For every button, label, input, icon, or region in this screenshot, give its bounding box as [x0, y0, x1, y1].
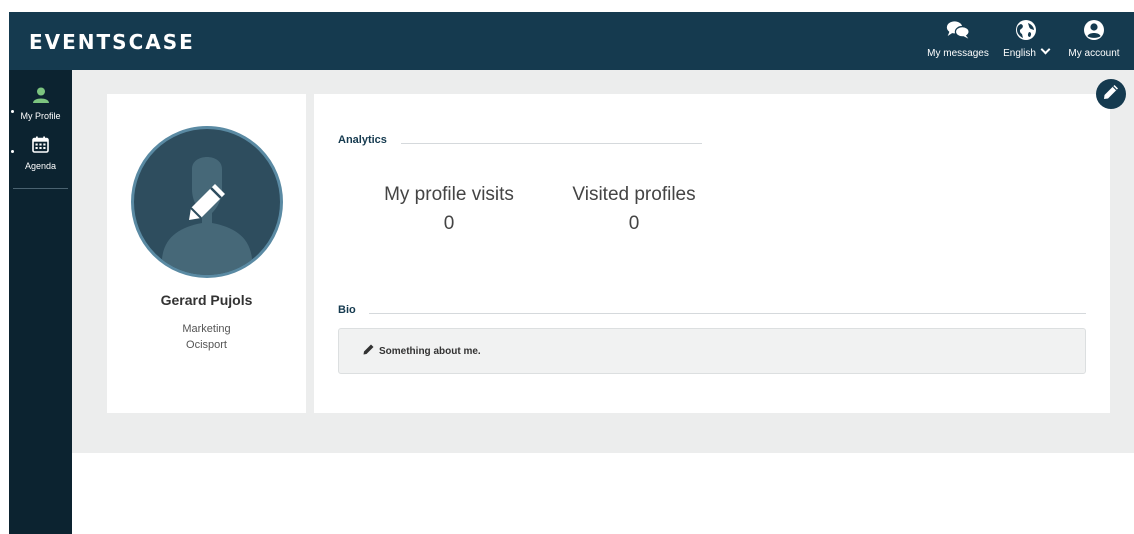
avatar-edit-button[interactable] — [131, 126, 283, 278]
my-messages-button[interactable]: My messages — [924, 18, 992, 59]
user-icon — [32, 87, 50, 108]
content-card: Analytics My profile visits 0 Visited pr… — [314, 94, 1110, 413]
item-dot — [11, 150, 14, 153]
bio-title: Bio — [338, 304, 356, 316]
globe-icon — [1014, 18, 1038, 42]
analytics-title: Analytics — [338, 134, 387, 146]
chat-bubbles-icon — [946, 18, 970, 42]
sidebar-item-agenda[interactable]: Agenda — [9, 136, 72, 171]
profile-card: Gerard Pujols Marketing Ocisport — [107, 94, 306, 413]
profile-department: Marketing — [182, 323, 231, 335]
bio-field[interactable]: Something about me. — [338, 328, 1086, 374]
app-frame: EVENTSCASE My messages English My accoun… — [9, 12, 1134, 534]
header-actions: My messages English My account — [924, 18, 1128, 59]
brand-logo[interactable]: EVENTSCASE — [29, 30, 195, 54]
pencil-icon — [189, 184, 225, 220]
pencil-icon — [363, 342, 374, 360]
edit-profile-button[interactable] — [1096, 79, 1126, 109]
bio-placeholder: Something about me. — [379, 345, 481, 357]
calendar-icon — [32, 136, 49, 158]
analytics-divider — [401, 143, 702, 144]
my-messages-label: My messages — [927, 48, 989, 59]
chevron-down-icon — [1040, 44, 1051, 55]
bio-divider — [369, 313, 1086, 314]
sidebar-item-label: Agenda — [24, 161, 57, 171]
stat-value: 0 — [443, 213, 455, 234]
sidebar-divider — [13, 188, 68, 189]
sidebar-item-my-profile[interactable]: My Profile — [9, 87, 72, 121]
language-selector[interactable]: English — [992, 18, 1060, 59]
stat-value: 0 — [628, 213, 640, 234]
sidebar: My Profile Agenda — [9, 70, 72, 534]
stat-label: My profile visits — [384, 184, 514, 205]
top-navbar: EVENTSCASE My messages English My accoun… — [9, 12, 1134, 70]
my-account-button[interactable]: My account — [1060, 18, 1128, 59]
user-circle-icon — [1082, 18, 1106, 42]
sidebar-item-label: My Profile — [20, 111, 61, 121]
profile-company: Ocisport — [186, 339, 227, 351]
language-label: English — [1003, 48, 1036, 59]
profile-name: Gerard Pujols — [160, 292, 253, 308]
stat-label: Visited profiles — [572, 184, 696, 205]
active-indicator-dot — [11, 110, 14, 113]
stat-my-profile-visits: My profile visits 0 — [374, 184, 524, 235]
my-account-label: My account — [1068, 48, 1120, 59]
pencil-icon — [1103, 84, 1119, 105]
stat-visited-profiles: Visited profiles 0 — [554, 184, 714, 235]
